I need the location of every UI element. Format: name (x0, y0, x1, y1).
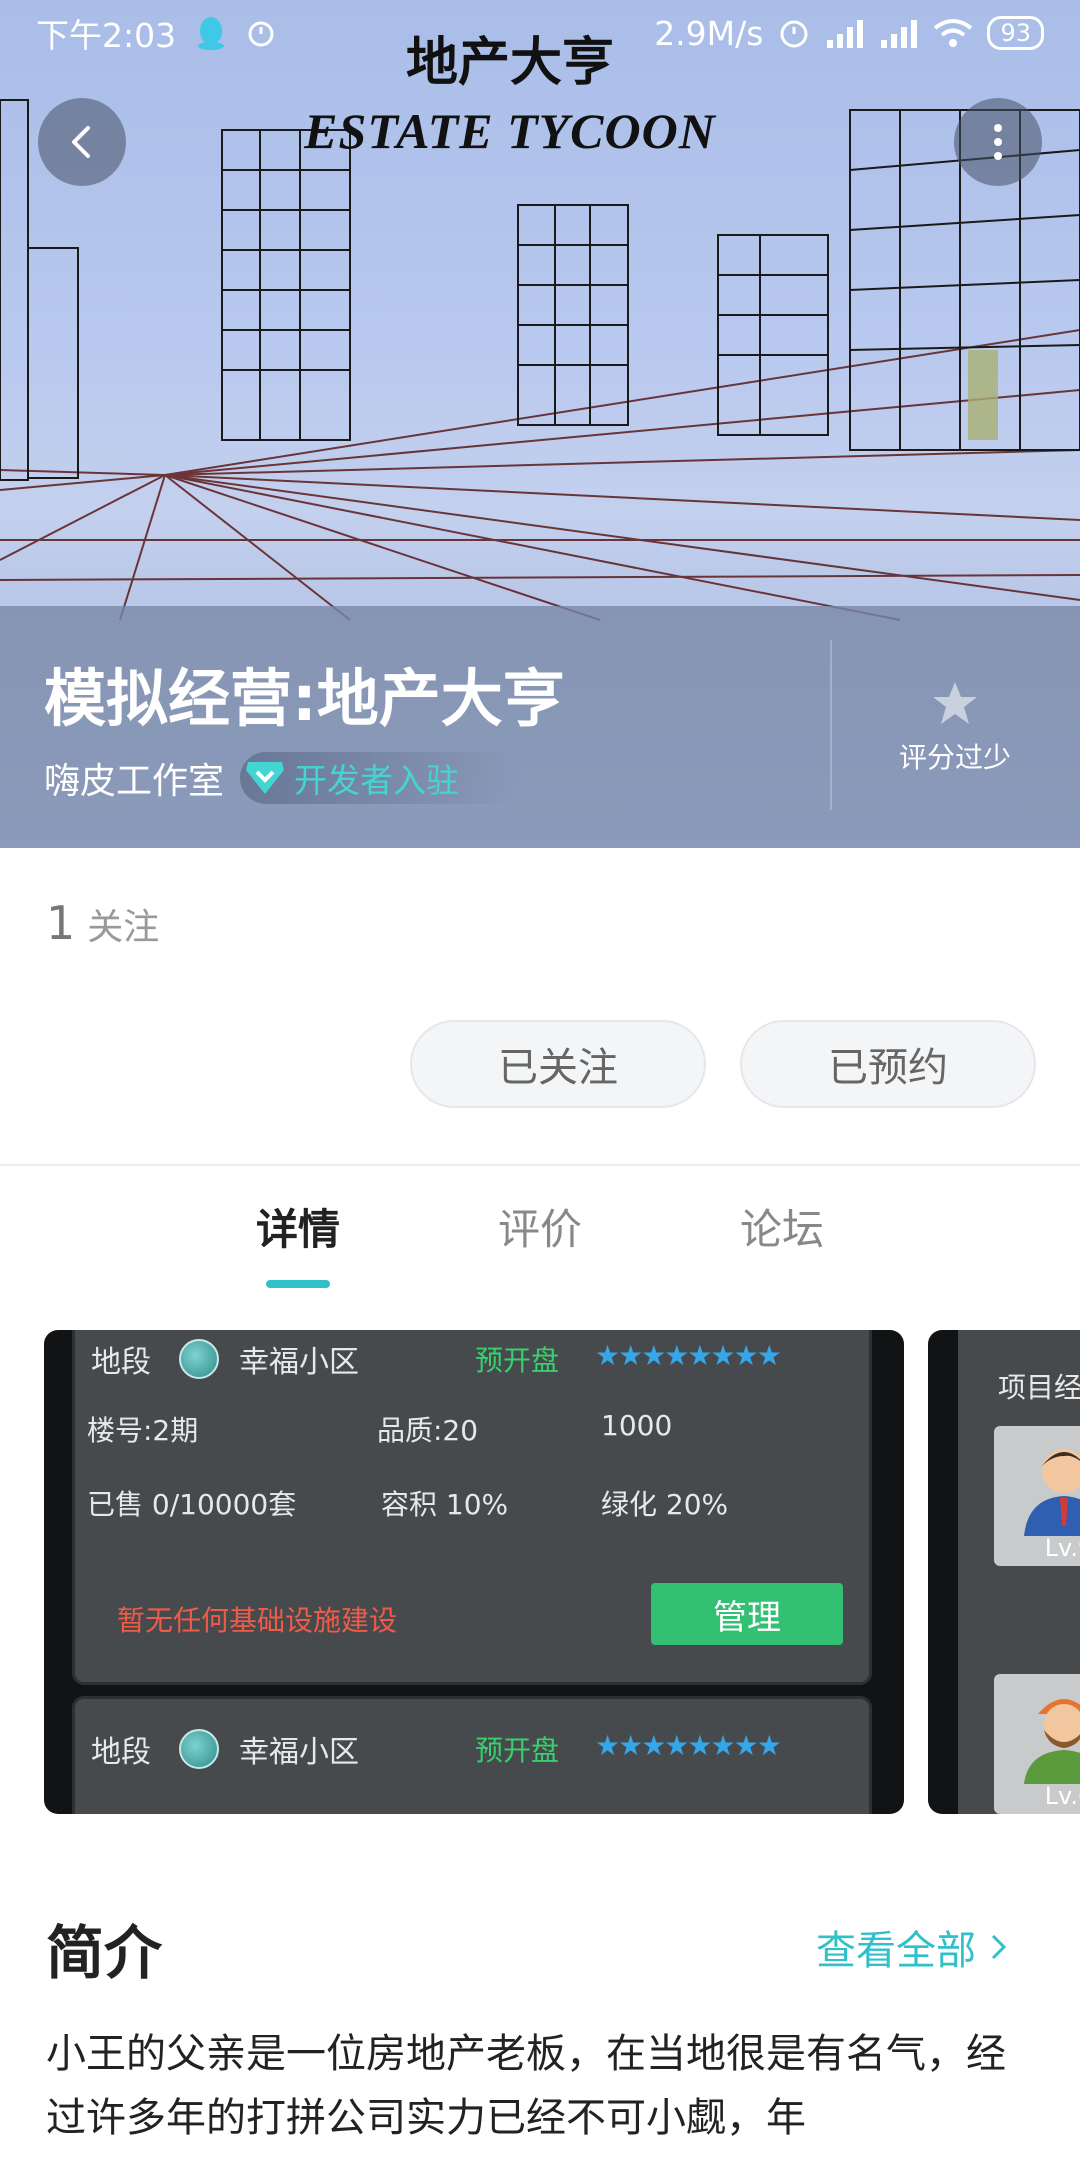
section-divider (0, 1164, 1080, 1166)
back-button[interactable] (38, 98, 126, 186)
banner-title-cn: 地产大亨 (405, 32, 614, 93)
intro-title: 简介 (46, 1919, 163, 1987)
rating-divider (830, 640, 832, 810)
app-name: 模拟经营:地产大亨 (44, 662, 565, 735)
reserved-button[interactable]: 已预约 (740, 1020, 1036, 1108)
intro-text: 小王的父亲是一位房地产老板，在当地很是有名气，经过许多年的打拼公司实力已经不可小… (46, 2031, 1006, 2141)
tab-reviews[interactable]: 评价 (460, 1196, 620, 1257)
community-name: 幸福小区 (239, 1345, 359, 1380)
staff-level-2: Lv.6 (1044, 1782, 1080, 1810)
view-all-link[interactable]: 查看全部 (816, 1918, 1008, 1976)
more-options-button[interactable] (954, 98, 1042, 186)
follow-count-number: 1 (46, 896, 76, 950)
volume-ratio: 容积 10% (381, 1488, 509, 1521)
rating-stars-2: ★★★★★★★★ (595, 1729, 782, 1762)
rating-block[interactable]: 评分过少 (850, 680, 1060, 776)
rating-stars: ★★★★★★★★ (595, 1339, 782, 1372)
staff-avatar-2: Lv.6 (994, 1674, 1080, 1814)
screenshot-1[interactable]: 地段 幸福小区 预开盘 ★★★★★★★★ 楼号:2期 品质:20 1000 已售… (44, 1330, 904, 1814)
tab-bar: 详情 评价 论坛 (0, 1196, 1080, 1286)
chevron-right-icon (991, 1934, 1007, 1960)
tab-details[interactable]: 详情 (218, 1196, 378, 1257)
building-number: 楼号:2期 (87, 1414, 199, 1447)
plot-card: 地段 幸福小区 预开盘 ★★★★★★★★ 楼号:2期 品质:20 1000 已售… (72, 1330, 872, 1685)
screenshot-2[interactable]: 项目经 Lv.9 Lv.6 (928, 1330, 1080, 1814)
presale-label-2: 预开盘 (475, 1734, 560, 1767)
staff-panel-header: 项目经 (998, 1371, 1080, 1404)
developer-badge-label: 开发者入驻 (294, 761, 460, 800)
developer-row[interactable]: 嗨皮工作室 开发者入驻 (44, 752, 520, 804)
view-all-label: 查看全部 (816, 1928, 976, 1974)
globe-icon (179, 1339, 219, 1379)
quality: 品质:20 (377, 1414, 479, 1447)
followed-button[interactable]: 已关注 (410, 1020, 706, 1108)
star-icon (933, 682, 977, 724)
more-vertical-icon (994, 124, 1002, 160)
follow-count-label: 关注 (87, 907, 160, 948)
no-infrastructure-note: 暂无任何基础设施建设 (117, 1604, 398, 1637)
staff-avatar-1: Lv.9 (994, 1426, 1080, 1566)
plot-label-2: 地段 (91, 1735, 151, 1770)
banner-title-en: ESTATE TYCOON (304, 103, 716, 159)
manage-button: 管理 (651, 1583, 843, 1645)
plot-card-2: 地段 幸福小区 预开盘 ★★★★★★★★ (72, 1696, 872, 1814)
staff-level-1: Lv.9 (1044, 1534, 1080, 1562)
presale-label: 预开盘 (475, 1344, 560, 1377)
plot-label: 地段 (91, 1345, 151, 1380)
worker-avatar-icon (1024, 1699, 1080, 1784)
developer-name[interactable]: 嗨皮工作室 (44, 752, 224, 804)
businessman-avatar-icon (1024, 1449, 1080, 1536)
tab-forum[interactable]: 论坛 (702, 1196, 862, 1257)
verified-diamond-icon (246, 762, 285, 794)
value: 1000 (601, 1409, 673, 1442)
rating-text: 评分过少 (898, 741, 1011, 774)
greening-ratio: 绿化 20% (601, 1488, 729, 1521)
follow-count: 1 关注 (46, 896, 159, 950)
sold-units: 已售 0/10000套 (87, 1488, 297, 1521)
globe-icon (179, 1729, 219, 1769)
developer-badge[interactable]: 开发者入驻 (240, 752, 520, 804)
tab-active-indicator (266, 1280, 330, 1288)
back-arrow-icon (72, 126, 90, 158)
community-name-2: 幸福小区 (239, 1735, 359, 1770)
